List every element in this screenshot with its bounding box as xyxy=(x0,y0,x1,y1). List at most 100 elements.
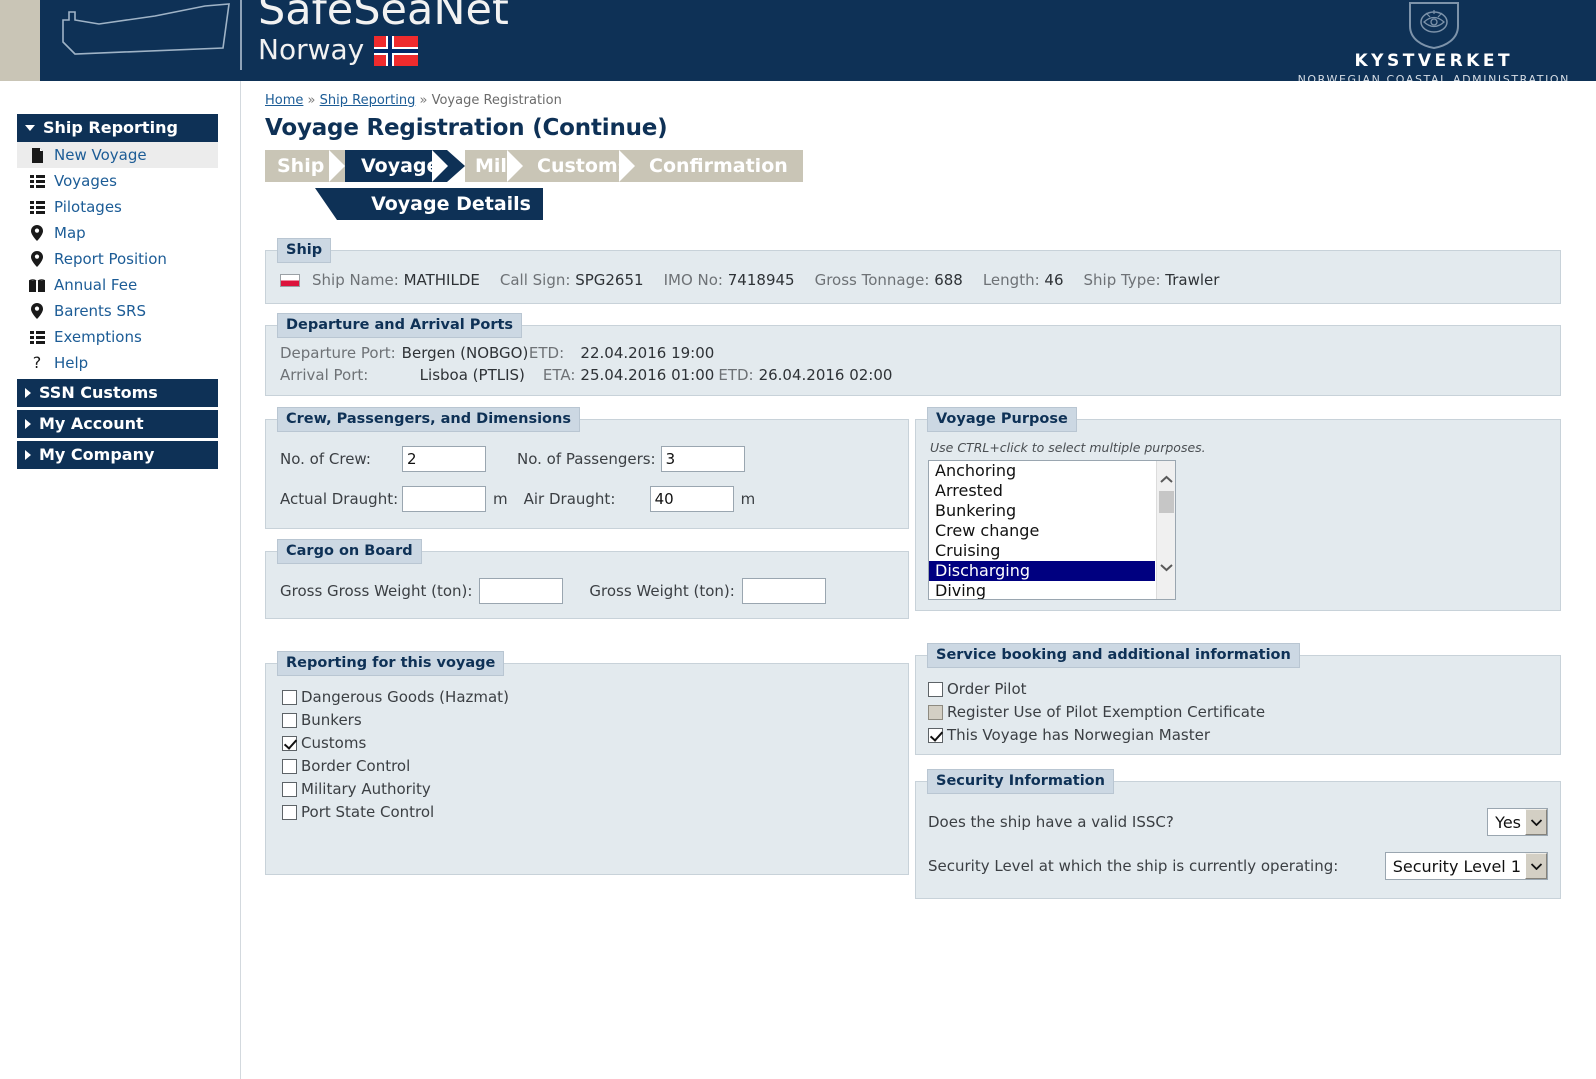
checkbox-row-border-control[interactable]: Border Control xyxy=(282,757,894,775)
sidebar-item-report-position[interactable]: Report Position xyxy=(17,246,218,272)
question-mark-icon: ? xyxy=(32,353,42,372)
brand-subtitle-row: Norway xyxy=(258,34,509,66)
sidebar-item-barents-srs[interactable]: Barents SRS xyxy=(17,298,218,324)
checkbox-label: This Voyage has Norwegian Master xyxy=(947,726,1211,744)
scroll-down-icon[interactable] xyxy=(1157,558,1175,577)
arrival-eta-label: ETA: xyxy=(542,366,576,384)
security-level-label: Security Level at which the ship is curr… xyxy=(928,857,1339,875)
gross-gross-weight-label: Gross Gross Weight (ton): xyxy=(280,582,473,600)
sidebar-group-label: Ship Reporting xyxy=(43,118,178,137)
scroll-up-icon[interactable] xyxy=(1157,470,1175,489)
dangerous-goods-checkbox[interactable] xyxy=(282,689,297,705)
chevron-down-icon[interactable] xyxy=(1525,809,1547,835)
breadcrumb: Home » Ship Reporting » Voyage Registrat… xyxy=(265,93,1575,108)
page-title: Voyage Registration (Continue) xyxy=(265,115,668,141)
imo-no-value: 7418945 xyxy=(727,271,795,289)
cargo-panel: Cargo on Board Gross Gross Weight (ton):… xyxy=(265,539,909,619)
imo-no-field: IMO No: 7418945 xyxy=(664,271,795,289)
checkbox-row-military-authority[interactable]: Military Authority xyxy=(282,780,894,798)
breadcrumb-separator: » xyxy=(419,93,428,108)
checkbox-row-customs[interactable]: Customs xyxy=(282,734,894,752)
sidebar-item-pilotages[interactable]: Pilotages xyxy=(17,194,218,220)
security-level-select-value: Security Level 1 xyxy=(1392,856,1521,876)
sidebar-group-ship-reporting[interactable]: Ship Reporting xyxy=(17,114,218,142)
reporting-panel: Reporting for this voyage Dangerous Good… xyxy=(265,651,909,875)
purpose-option[interactable]: Diving xyxy=(929,581,1155,599)
sidebar-item-annual-fee[interactable]: Annual Fee xyxy=(17,272,218,298)
breadcrumb-home-link[interactable]: Home xyxy=(265,93,303,108)
main-content: Home » Ship Reporting » Voyage Registrat… xyxy=(265,93,1575,899)
purpose-option-selected[interactable]: Discharging xyxy=(929,561,1155,581)
order-pilot-checkbox[interactable] xyxy=(928,681,943,697)
sidebar-group-my-account[interactable]: My Account xyxy=(17,410,218,438)
arrival-port-label: Arrival Port: xyxy=(280,366,369,384)
checkbox-row-port-state-control[interactable]: Port State Control xyxy=(282,803,894,821)
crew-count-label: No. of Crew: xyxy=(280,450,371,468)
crew-panel: Crew, Passengers, and Dimensions No. of … xyxy=(265,407,909,529)
sidebar-item-new-voyage[interactable]: New Voyage xyxy=(17,142,218,168)
service-booking-panel: Service booking and additional informati… xyxy=(915,643,1561,755)
issc-select[interactable]: Yes xyxy=(1487,808,1548,836)
crew-count-input[interactable] xyxy=(402,446,486,472)
ports-table: Departure Port: Bergen (NOBGO) ETD: 22.0… xyxy=(280,342,896,386)
listbox-scrollbar[interactable] xyxy=(1156,461,1175,599)
chevron-down-icon[interactable] xyxy=(1525,853,1547,879)
voyage-purpose-listbox[interactable]: Anchoring Arrested Bunkering Crew change… xyxy=(928,460,1176,600)
actual-draught-input[interactable] xyxy=(402,486,486,512)
list-icon xyxy=(29,329,45,345)
security-information-legend: Security Information xyxy=(927,769,1114,794)
air-draught-input[interactable] xyxy=(649,486,734,512)
actual-draught-unit: m xyxy=(493,490,508,508)
sidebar-group-ssn-customs[interactable]: SSN Customs xyxy=(17,379,218,407)
air-draught-unit: m xyxy=(740,490,756,508)
customs-checkbox[interactable] xyxy=(282,735,297,751)
norwegian-master-checkbox[interactable] xyxy=(928,727,943,743)
ship-outline-logo xyxy=(62,3,230,55)
gross-weight-input[interactable] xyxy=(741,578,826,604)
sidebar-item-help[interactable]: ? Help xyxy=(17,350,218,376)
checkbox-row-norwegian-master[interactable]: This Voyage has Norwegian Master xyxy=(928,726,1546,744)
security-information-panel: Security Information Does the ship have … xyxy=(915,769,1561,899)
passengers-count-label: No. of Passengers: xyxy=(517,450,656,468)
breadcrumb-section-link[interactable]: Ship Reporting xyxy=(320,93,416,108)
scrollbar-thumb[interactable] xyxy=(1159,491,1174,513)
brand-title: SafeSeaNet xyxy=(258,0,509,35)
purpose-option[interactable]: Anchoring xyxy=(929,461,1155,481)
sidebar-item-voyages[interactable]: Voyages xyxy=(17,168,218,194)
port-state-control-checkbox[interactable] xyxy=(282,804,297,820)
sidebar-item-map[interactable]: Map xyxy=(17,220,218,246)
map-pin-icon xyxy=(29,251,45,267)
military-authority-checkbox[interactable] xyxy=(282,781,297,797)
voyage-purpose-legend: Voyage Purpose xyxy=(927,407,1077,432)
map-pin-icon xyxy=(29,303,45,319)
issc-label: Does the ship have a valid ISSC? xyxy=(928,813,1174,831)
chevron-right-icon xyxy=(25,387,31,398)
wizard-step-confirmation[interactable]: Confirmation xyxy=(635,150,803,182)
purpose-option[interactable]: Cruising xyxy=(929,541,1155,561)
departure-row: Departure Port: Bergen (NOBGO) ETD: 22.0… xyxy=(280,342,896,364)
border-control-checkbox[interactable] xyxy=(282,758,297,774)
security-level-select[interactable]: Security Level 1 xyxy=(1384,852,1548,880)
sidebar-item-exemptions[interactable]: Exemptions xyxy=(17,324,218,350)
checkbox-row-order-pilot[interactable]: Order Pilot xyxy=(928,680,1546,698)
list-icon xyxy=(29,173,45,189)
ports-panel-legend: Departure and Arrival Ports xyxy=(277,313,523,338)
checkbox-row-dangerous-goods[interactable]: Dangerous Goods (Hazmat) xyxy=(282,688,894,706)
checkbox-row-bunkers[interactable]: Bunkers xyxy=(282,711,894,729)
map-pin-icon xyxy=(29,225,45,241)
length-field: Length: 46 xyxy=(983,271,1064,289)
checkbox-row-pilot-exemption: Register Use of Pilot Exemption Certific… xyxy=(928,703,1546,721)
bunkers-checkbox[interactable] xyxy=(282,712,297,728)
purpose-option[interactable]: Bunkering xyxy=(929,501,1155,521)
wizard-subtab-voyage-details[interactable]: Voyage Details xyxy=(315,188,543,220)
purpose-option[interactable]: Crew change xyxy=(929,521,1155,541)
passengers-count-input[interactable] xyxy=(660,446,745,472)
sidebar-item-label: Help xyxy=(54,354,89,372)
crew-panel-legend: Crew, Passengers, and Dimensions xyxy=(277,407,580,432)
gross-gross-weight-input[interactable] xyxy=(479,578,564,604)
banner-left-strip xyxy=(0,0,40,81)
security-level-row: Security Level at which the ship is curr… xyxy=(928,852,1548,880)
sidebar-group-my-company[interactable]: My Company xyxy=(17,441,218,469)
purpose-option[interactable]: Arrested xyxy=(929,481,1155,501)
length-label: Length: xyxy=(982,271,1040,289)
